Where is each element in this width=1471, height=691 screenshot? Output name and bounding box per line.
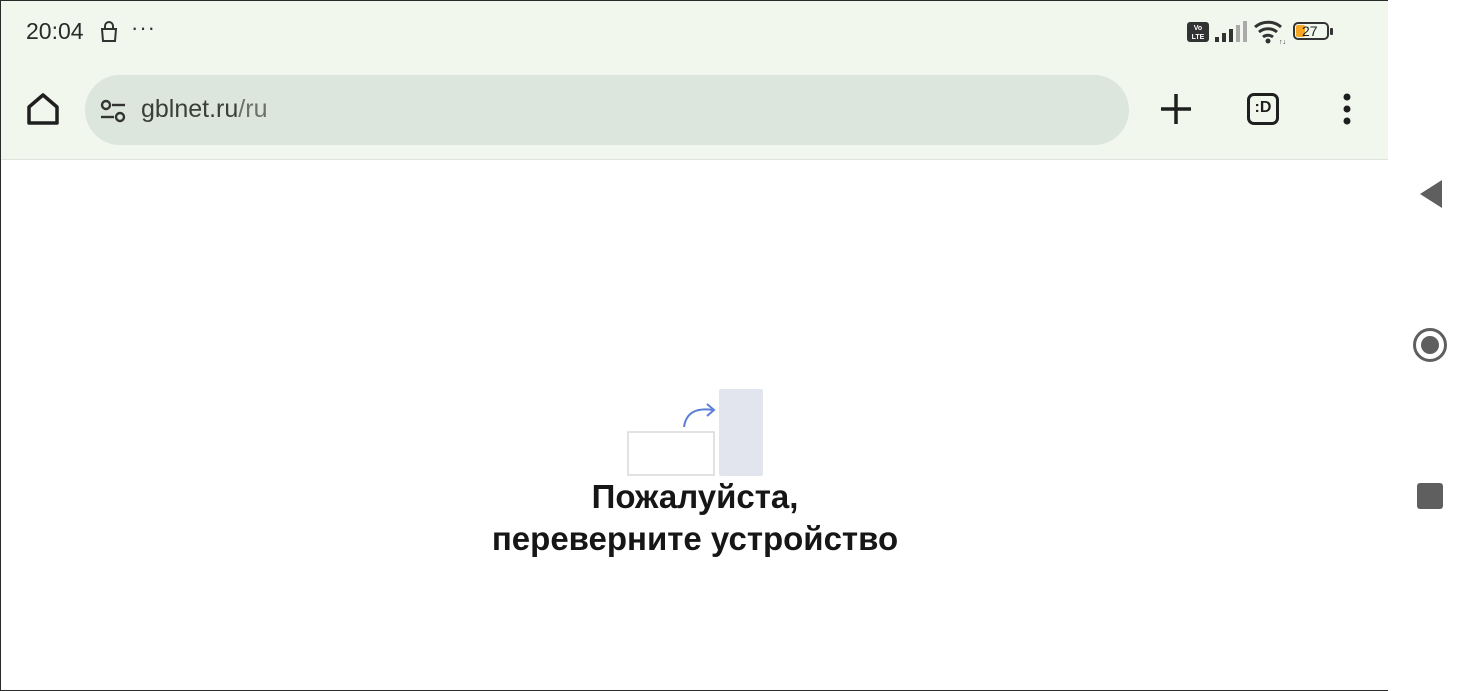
battery-level: 27	[1302, 23, 1318, 39]
rotate-device-illustration	[627, 389, 763, 476]
svg-text:LTE: LTE	[1192, 34, 1205, 41]
svg-text:↑↓: ↑↓	[1279, 39, 1285, 45]
signal-icon	[1215, 21, 1247, 42]
wifi-icon: ↑↓	[1254, 20, 1285, 45]
shopping-bag-icon	[100, 21, 118, 42]
rotate-message: Пожалуйста, переверните устройство	[395, 476, 995, 560]
recents-icon[interactable]	[1412, 478, 1448, 514]
status-bar: 20:04 ··· Vo LTE ↑ 27	[1, 1, 1388, 63]
url-path: /ru	[238, 95, 268, 123]
message-line-2: переверните устройство	[491, 520, 899, 557]
status-overflow-dots: ···	[131, 15, 156, 40]
battery-icon: 27	[1293, 22, 1333, 42]
url-host: gblnet.ru	[141, 95, 239, 123]
status-time: 20:04	[26, 18, 84, 44]
browser-toolbar: gblnet.ru/ru :D	[1, 75, 1388, 147]
home-icon[interactable]	[23, 89, 63, 129]
device-screen: 20:04 ··· Vo LTE ↑ 27 gblnet.ru/ru:D По…	[0, 0, 1388, 691]
url-text[interactable]: gblnet.ru/ru	[141, 95, 267, 124]
new-tab-icon[interactable]	[1156, 89, 1196, 129]
address-bar[interactable]: gblnet.ru/ru	[85, 75, 1129, 145]
system-nav-bar	[1388, 0, 1471, 691]
phone-portrait-shape	[719, 389, 763, 476]
phone-landscape-shape	[627, 431, 715, 476]
home-circle-icon[interactable]	[1412, 327, 1448, 363]
message-line-1: Пожалуйста,	[591, 478, 799, 515]
browser-chrome: 20:04 ··· Vo LTE ↑ 27 gblnet.ru/ru:D	[1, 1, 1388, 160]
site-settings-icon[interactable]	[99, 97, 127, 125]
back-icon[interactable]	[1412, 176, 1448, 212]
rotate-arrow-icon	[683, 408, 714, 428]
more-vert-icon[interactable]	[1327, 89, 1367, 129]
tab-count: :D	[1254, 99, 1272, 116]
tab-switcher-button[interactable]: :D	[1243, 89, 1283, 129]
web-content: Пожалуйста, переверните устройство	[1, 160, 1388, 690]
svg-text:Vo: Vo	[1194, 25, 1202, 32]
volte-icon: Vo LTE	[1187, 22, 1209, 42]
